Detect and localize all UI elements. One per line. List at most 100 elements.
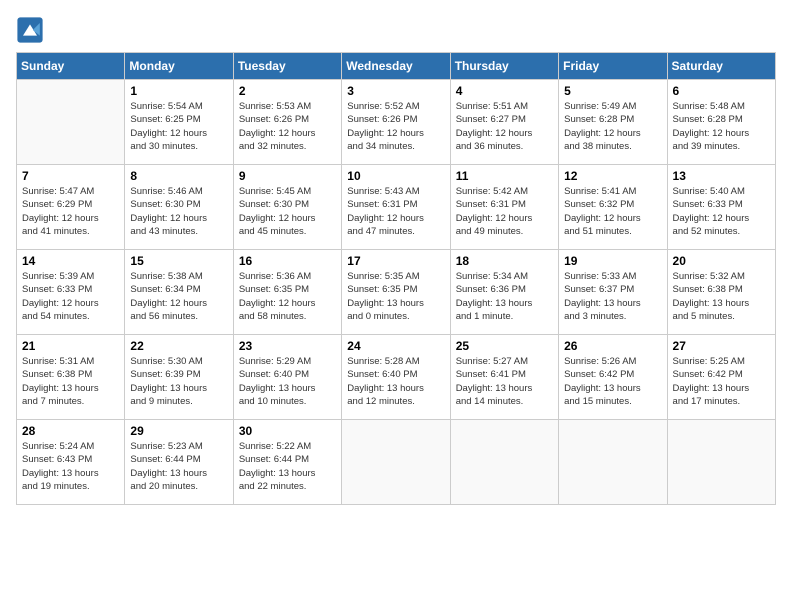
calendar-cell: 9 Sunrise: 5:45 AM Sunset: 6:30 PM Daylig… bbox=[233, 165, 341, 250]
calendar-cell: 1 Sunrise: 5:54 AM Sunset: 6:25 PM Daylig… bbox=[125, 80, 233, 165]
day-number: 29 bbox=[130, 424, 227, 438]
calendar-cell: 18Sunrise: 5:34 AM Sunset: 6:36 PM Dayli… bbox=[450, 250, 558, 335]
calendar-cell bbox=[342, 420, 450, 505]
day-number: 27 bbox=[673, 339, 770, 353]
calendar-header-monday: Monday bbox=[125, 53, 233, 80]
day-info: Sunrise: 5:51 AM Sunset: 6:27 PM Dayligh… bbox=[456, 100, 553, 153]
calendar-header-tuesday: Tuesday bbox=[233, 53, 341, 80]
calendar-cell: 17 Sunrise: 5:35 AM Sunset: 6:35 PM Dayli… bbox=[342, 250, 450, 335]
day-info: Sunrise: 5:45 AM Sunset: 6:30 PM Dayligh… bbox=[239, 185, 336, 238]
day-info: Sunrise: 5:25 AM Sunset: 6:42 PM Dayligh… bbox=[673, 355, 770, 408]
calendar-cell: 25 Sunrise: 5:27 AM Sunset: 6:41 PM Dayli… bbox=[450, 335, 558, 420]
calendar-cell: 16 Sunrise: 5:36 AM Sunset: 6:35 PM Dayli… bbox=[233, 250, 341, 335]
day-info: Sunrise: 5:47 AM Sunset: 6:29 PM Dayligh… bbox=[22, 185, 119, 238]
day-number: 24 bbox=[347, 339, 444, 353]
day-info: Sunrise: 5:33 AM Sunset: 6:37 PM Dayligh… bbox=[564, 270, 661, 323]
calendar-cell bbox=[17, 80, 125, 165]
day-number: 15 bbox=[130, 254, 227, 268]
day-number: 3 bbox=[347, 84, 444, 98]
day-info: Sunrise: 5:48 AM Sunset: 6:28 PM Dayligh… bbox=[673, 100, 770, 153]
day-info: Sunrise: 5:46 AM Sunset: 6:30 PM Dayligh… bbox=[130, 185, 227, 238]
day-info: Sunrise: 5:29 AM Sunset: 6:40 PM Dayligh… bbox=[239, 355, 336, 408]
day-info: Sunrise: 5:34 AM Sunset: 6:36 PM Dayligh… bbox=[456, 270, 553, 323]
calendar-cell: 22 Sunrise: 5:30 AM Sunset: 6:39 PM Dayli… bbox=[125, 335, 233, 420]
day-number: 8 bbox=[130, 169, 227, 183]
day-number: 14 bbox=[22, 254, 119, 268]
day-info: Sunrise: 5:35 AM Sunset: 6:35 PM Dayligh… bbox=[347, 270, 444, 323]
day-number: 20 bbox=[673, 254, 770, 268]
day-number: 16 bbox=[239, 254, 336, 268]
calendar-cell: 7 Sunrise: 5:47 AM Sunset: 6:29 PM Daylig… bbox=[17, 165, 125, 250]
calendar-cell: 20 Sunrise: 5:32 AM Sunset: 6:38 PM Dayli… bbox=[667, 250, 775, 335]
day-number: 10 bbox=[347, 169, 444, 183]
day-number: 28 bbox=[22, 424, 119, 438]
day-info: Sunrise: 5:53 AM Sunset: 6:26 PM Dayligh… bbox=[239, 100, 336, 153]
calendar-header-thursday: Thursday bbox=[450, 53, 558, 80]
calendar-cell: 24 Sunrise: 5:28 AM Sunset: 6:40 PM Dayli… bbox=[342, 335, 450, 420]
day-info: Sunrise: 5:22 AM Sunset: 6:44 PM Dayligh… bbox=[239, 440, 336, 493]
calendar-header-wednesday: Wednesday bbox=[342, 53, 450, 80]
calendar-cell: 6Sunrise: 5:48 AM Sunset: 6:28 PM Daylig… bbox=[667, 80, 775, 165]
calendar-cell bbox=[667, 420, 775, 505]
day-number: 11 bbox=[456, 169, 553, 183]
calendar-cell: 4 Sunrise: 5:51 AM Sunset: 6:27 PM Daylig… bbox=[450, 80, 558, 165]
calendar-cell: 8 Sunrise: 5:46 AM Sunset: 6:30 PM Daylig… bbox=[125, 165, 233, 250]
week-row-1: 1 Sunrise: 5:54 AM Sunset: 6:25 PM Daylig… bbox=[17, 80, 776, 165]
day-info: Sunrise: 5:54 AM Sunset: 6:25 PM Dayligh… bbox=[130, 100, 227, 153]
calendar-cell bbox=[450, 420, 558, 505]
calendar-cell: 5Sunrise: 5:49 AM Sunset: 6:28 PM Daylig… bbox=[559, 80, 667, 165]
logo-icon bbox=[16, 16, 44, 44]
calendar-cell: 21 Sunrise: 5:31 AM Sunset: 6:38 PM Dayli… bbox=[17, 335, 125, 420]
day-number: 26 bbox=[564, 339, 661, 353]
week-row-4: 21 Sunrise: 5:31 AM Sunset: 6:38 PM Dayli… bbox=[17, 335, 776, 420]
calendar-cell bbox=[559, 420, 667, 505]
day-info: Sunrise: 5:41 AM Sunset: 6:32 PM Dayligh… bbox=[564, 185, 661, 238]
day-number: 22 bbox=[130, 339, 227, 353]
day-number: 21 bbox=[22, 339, 119, 353]
calendar-cell: 2 Sunrise: 5:53 AM Sunset: 6:26 PM Daylig… bbox=[233, 80, 341, 165]
day-number: 4 bbox=[456, 84, 553, 98]
header bbox=[16, 16, 776, 44]
day-info: Sunrise: 5:39 AM Sunset: 6:33 PM Dayligh… bbox=[22, 270, 119, 323]
day-info: Sunrise: 5:43 AM Sunset: 6:31 PM Dayligh… bbox=[347, 185, 444, 238]
calendar-header-sunday: Sunday bbox=[17, 53, 125, 80]
calendar-cell: 15 Sunrise: 5:38 AM Sunset: 6:34 PM Dayli… bbox=[125, 250, 233, 335]
day-number: 9 bbox=[239, 169, 336, 183]
day-number: 12 bbox=[564, 169, 661, 183]
day-info: Sunrise: 5:30 AM Sunset: 6:39 PM Dayligh… bbox=[130, 355, 227, 408]
day-info: Sunrise: 5:38 AM Sunset: 6:34 PM Dayligh… bbox=[130, 270, 227, 323]
day-info: Sunrise: 5:32 AM Sunset: 6:38 PM Dayligh… bbox=[673, 270, 770, 323]
calendar-cell: 3Sunrise: 5:52 AM Sunset: 6:26 PM Daylig… bbox=[342, 80, 450, 165]
day-number: 1 bbox=[130, 84, 227, 98]
week-row-5: 28Sunrise: 5:24 AM Sunset: 6:43 PM Dayli… bbox=[17, 420, 776, 505]
day-info: Sunrise: 5:40 AM Sunset: 6:33 PM Dayligh… bbox=[673, 185, 770, 238]
calendar-cell: 27 Sunrise: 5:25 AM Sunset: 6:42 PM Dayli… bbox=[667, 335, 775, 420]
week-row-3: 14 Sunrise: 5:39 AM Sunset: 6:33 PM Dayli… bbox=[17, 250, 776, 335]
day-info: Sunrise: 5:23 AM Sunset: 6:44 PM Dayligh… bbox=[130, 440, 227, 493]
day-number: 7 bbox=[22, 169, 119, 183]
calendar-header-friday: Friday bbox=[559, 53, 667, 80]
day-number: 23 bbox=[239, 339, 336, 353]
day-number: 2 bbox=[239, 84, 336, 98]
calendar-cell: 14 Sunrise: 5:39 AM Sunset: 6:33 PM Dayli… bbox=[17, 250, 125, 335]
day-number: 17 bbox=[347, 254, 444, 268]
calendar-cell: 26 Sunrise: 5:26 AM Sunset: 6:42 PM Dayli… bbox=[559, 335, 667, 420]
day-info: Sunrise: 5:36 AM Sunset: 6:35 PM Dayligh… bbox=[239, 270, 336, 323]
logo bbox=[16, 16, 48, 44]
day-info: Sunrise: 5:26 AM Sunset: 6:42 PM Dayligh… bbox=[564, 355, 661, 408]
calendar-cell: 19Sunrise: 5:33 AM Sunset: 6:37 PM Dayli… bbox=[559, 250, 667, 335]
week-row-2: 7 Sunrise: 5:47 AM Sunset: 6:29 PM Daylig… bbox=[17, 165, 776, 250]
calendar-header-saturday: Saturday bbox=[667, 53, 775, 80]
calendar-cell: 30 Sunrise: 5:22 AM Sunset: 6:44 PM Dayli… bbox=[233, 420, 341, 505]
day-info: Sunrise: 5:31 AM Sunset: 6:38 PM Dayligh… bbox=[22, 355, 119, 408]
calendar-table: SundayMondayTuesdayWednesdayThursdayFrid… bbox=[16, 52, 776, 505]
calendar-header-row: SundayMondayTuesdayWednesdayThursdayFrid… bbox=[17, 53, 776, 80]
calendar-cell: 13Sunrise: 5:40 AM Sunset: 6:33 PM Dayli… bbox=[667, 165, 775, 250]
day-info: Sunrise: 5:28 AM Sunset: 6:40 PM Dayligh… bbox=[347, 355, 444, 408]
day-number: 25 bbox=[456, 339, 553, 353]
day-number: 30 bbox=[239, 424, 336, 438]
day-info: Sunrise: 5:27 AM Sunset: 6:41 PM Dayligh… bbox=[456, 355, 553, 408]
day-info: Sunrise: 5:49 AM Sunset: 6:28 PM Dayligh… bbox=[564, 100, 661, 153]
calendar-cell: 28Sunrise: 5:24 AM Sunset: 6:43 PM Dayli… bbox=[17, 420, 125, 505]
calendar-cell: 29 Sunrise: 5:23 AM Sunset: 6:44 PM Dayli… bbox=[125, 420, 233, 505]
